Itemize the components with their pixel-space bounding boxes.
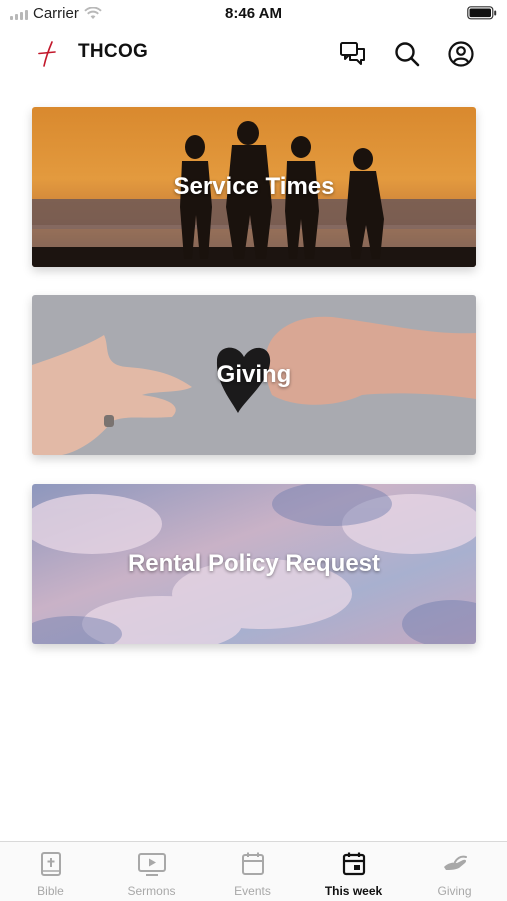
logo-icon — [38, 41, 56, 67]
tab-bible[interactable]: Bible — [0, 842, 101, 901]
tab-events-label: Events — [234, 884, 271, 898]
tab-bar: Bible Sermons Events This week Giving — [0, 841, 507, 901]
battery-icon — [467, 6, 497, 25]
bible-icon — [40, 852, 61, 876]
play-screen-icon — [137, 853, 166, 876]
tab-this-week[interactable]: This week — [303, 842, 404, 901]
profile-icon[interactable] — [446, 39, 476, 69]
rental-policy-card[interactable]: Rental Policy Request — [32, 484, 476, 644]
tab-events[interactable]: Events — [202, 842, 303, 901]
app-title: THCOG — [78, 41, 149, 62]
search-icon[interactable] — [392, 39, 422, 69]
giving-card[interactable]: Giving — [32, 295, 476, 455]
service-times-card[interactable]: Service Times — [32, 107, 476, 267]
calendar-icon — [241, 852, 264, 875]
giving-title: Giving — [216, 361, 292, 388]
tab-sermons-label: Sermons — [127, 884, 176, 898]
tab-giving[interactable]: Giving — [404, 842, 505, 901]
chat-icon[interactable] — [338, 39, 368, 69]
status-bar: Carrier 8:46 AM — [0, 0, 507, 28]
rental-policy-title: Rental Policy Request — [127, 550, 381, 577]
calendar-day-icon — [342, 852, 365, 876]
tab-bible-label: Bible — [37, 884, 64, 898]
service-times-title: Service Times — [173, 173, 335, 200]
tab-giving-label: Giving — [437, 884, 472, 898]
app-header: THCOG — [0, 28, 507, 80]
tab-this-week-label: This week — [324, 884, 383, 898]
tab-sermons[interactable]: Sermons — [101, 842, 202, 901]
giving-hand-icon — [443, 855, 467, 870]
status-time: 8:46 AM — [225, 5, 282, 22]
